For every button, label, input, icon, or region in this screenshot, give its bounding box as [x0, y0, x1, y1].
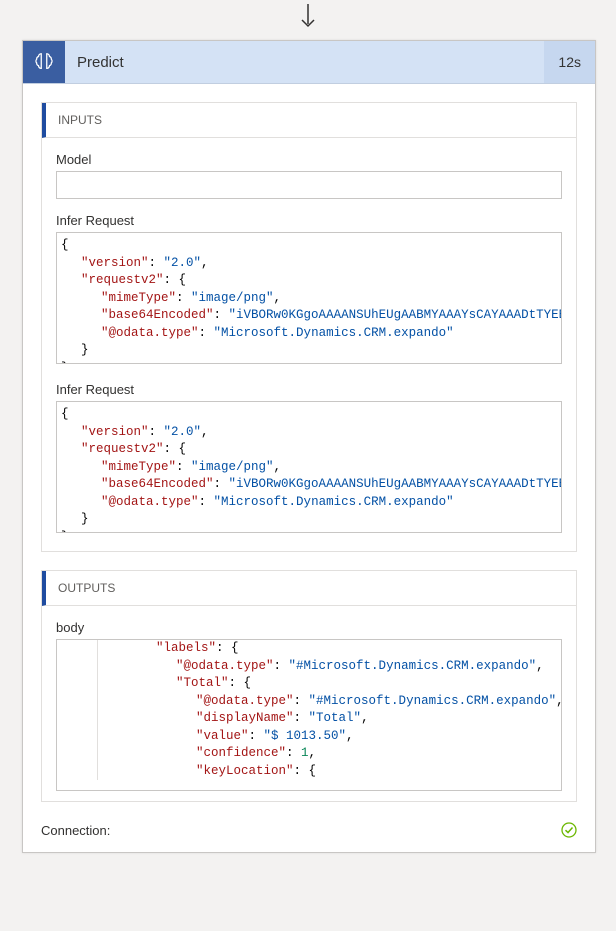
card-duration: 12s: [544, 41, 595, 83]
outputs-panel: OUTPUTS body "labels": { "@odata.type": …: [41, 570, 577, 802]
flow-arrow-down-icon: [297, 4, 319, 37]
card-footer: Connection:: [23, 812, 595, 852]
code-gutter: [57, 640, 98, 780]
card-title: Predict: [65, 54, 544, 71]
infer-request-1-code[interactable]: { "version": "2.0", "requestv2": { "mime…: [56, 232, 562, 364]
inputs-panel: INPUTS Model Infer Request { "version": …: [41, 102, 577, 552]
model-label: Model: [56, 152, 562, 167]
brain-icon: [23, 41, 65, 83]
output-body-code[interactable]: "labels": { "@odata.type": "#Microsoft.D…: [56, 639, 562, 791]
infer-request-2-label: Infer Request: [56, 382, 562, 397]
action-card-predict: Predict 12s INPUTS Model Infer Request {…: [22, 40, 596, 853]
success-check-icon: [561, 822, 577, 838]
outputs-panel-header: OUTPUTS: [42, 571, 576, 606]
inputs-panel-header: INPUTS: [42, 103, 576, 138]
infer-request-2-code[interactable]: { "version": "2.0", "requestv2": { "mime…: [56, 401, 562, 533]
infer-request-1-label: Infer Request: [56, 213, 562, 228]
connection-label: Connection:: [41, 823, 110, 838]
model-input[interactable]: [56, 171, 562, 199]
card-header[interactable]: Predict 12s: [23, 41, 595, 84]
body-label: body: [56, 620, 562, 635]
